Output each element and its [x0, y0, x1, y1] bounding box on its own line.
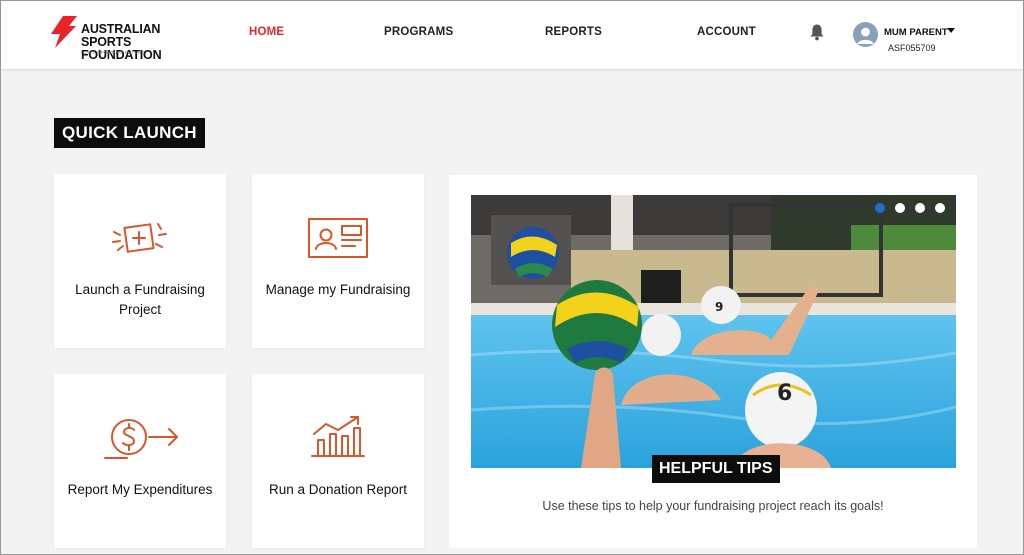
nav-home[interactable]: HOME — [249, 26, 284, 38]
nav-account[interactable]: ACCOUNT — [697, 26, 756, 38]
helpful-tips-heading: HELPFUL TIPS — [652, 455, 780, 483]
user-avatar[interactable] — [853, 22, 878, 47]
brand-logo[interactable]: AUSTRALIAN SPORTS FOUNDATION FOR A SPORT… — [49, 15, 209, 62]
brand-logo-mark-icon — [51, 16, 77, 48]
carousel-dot-1[interactable] — [875, 203, 885, 213]
carousel-dot-4[interactable] — [935, 203, 945, 213]
notification-bell-icon[interactable] — [809, 23, 825, 41]
quick-launch-heading: QUICK LAUNCH — [54, 118, 205, 148]
water-polo-image: 6 9 — [471, 195, 956, 468]
user-avatar-icon — [857, 27, 874, 44]
tile-report-my-expenditures[interactable]: Report My Expenditures — [54, 374, 226, 548]
tile-manage-my-fundraising[interactable]: Manage my Fundraising — [252, 174, 424, 348]
nav-programs[interactable]: PROGRAMS — [384, 26, 453, 38]
carousel-dot-3[interactable] — [915, 203, 925, 213]
svg-text:6: 6 — [777, 381, 792, 406]
bar-chart-icon — [311, 416, 365, 457]
svg-text:9: 9 — [715, 300, 723, 314]
tile-label: Launch a Fundraising Project — [75, 282, 205, 317]
helpful-tips-description: Use these tips to help your fundraising … — [542, 499, 884, 513]
user-id: ASF055709 — [888, 43, 936, 53]
tile-label: Manage my Fundraising — [265, 282, 411, 297]
brand-name: AUSTRALIAN SPORTS FOUNDATION — [81, 23, 209, 62]
brand-name-line2: SPORTS FOUNDATION — [81, 35, 162, 62]
dollar-arrow-icon — [104, 419, 178, 459]
id-card-icon — [308, 218, 368, 258]
carousel-dot-2[interactable] — [895, 203, 905, 213]
tile-launch-fundraising-project[interactable]: Launch a Fundraising Project — [54, 174, 226, 348]
top-header: AUSTRALIAN SPORTS FOUNDATION FOR A SPORT… — [1, 1, 1023, 69]
tile-label: Run a Donation Report — [268, 482, 408, 497]
tile-label: Report My Expenditures — [67, 482, 213, 497]
launch-project-icon — [112, 223, 167, 253]
tile-run-donation-report[interactable]: Run a Donation Report — [252, 374, 424, 548]
nav-reports[interactable]: REPORTS — [545, 26, 602, 38]
brand-tagline: FOR A SPORTING FUTURE — [81, 50, 145, 55]
helpful-tips-card[interactable]: 6 9 HELPFUL TIPS Use these tips to help … — [449, 175, 977, 548]
water-polo-photo: 6 9 — [471, 195, 956, 468]
user-name[interactable]: MUM PARENT — [884, 27, 948, 38]
user-menu-chevron-down-icon[interactable] — [947, 28, 955, 33]
